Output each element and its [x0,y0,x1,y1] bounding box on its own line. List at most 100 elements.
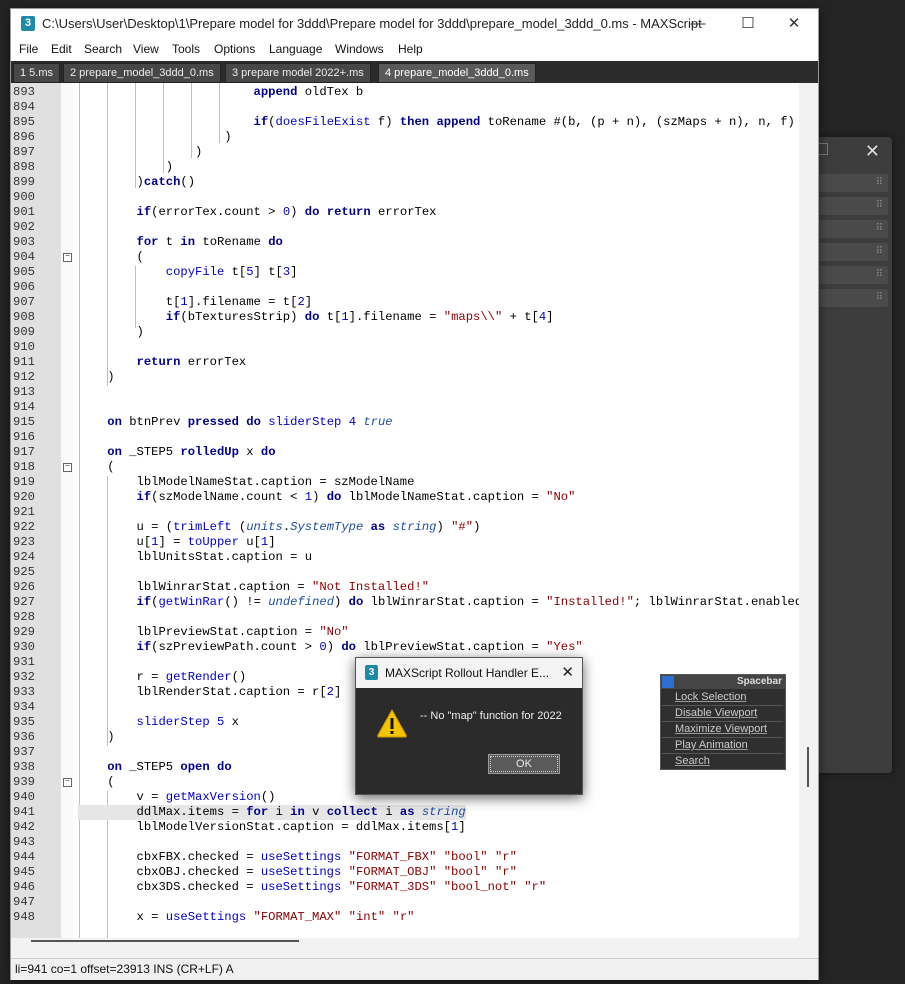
code-line[interactable]: 944 cbxFBX.checked = useSettings "FORMAT… [11,850,799,865]
line-number: 917 [13,445,35,459]
menu-item-search[interactable]: Search [662,754,783,769]
code-line[interactable]: 929 lblPreviewStat.caption = "No" [11,625,799,640]
code-line[interactable]: 894 [11,100,799,115]
code-line[interactable]: 927 if(getWinRar() != undefined) do lblW… [11,595,799,610]
code-line[interactable]: 897 ) [11,145,799,160]
tab-3[interactable]: 3 prepare model 2022+.ms [225,63,371,83]
panel-row[interactable]: ⠿ [818,174,888,192]
code-editor[interactable]: 893 append oldTex b 894 895 if(doesFileExi… [11,83,799,938]
dialog-title-bar[interactable]: 3 MAXScript Rollout Handler E... ✕ [356,658,582,688]
code-line[interactable]: 925 [11,565,799,580]
code-line[interactable]: 941 ddlMax.items = for i in v collect i … [11,805,799,820]
minimize-button[interactable]: — [678,13,718,35]
panel-row[interactable]: ⠿ [818,243,888,261]
line-number: 914 [13,400,35,414]
tab-4[interactable]: 4 prepare_model_3ddd_0.ms [378,63,536,83]
menu-help[interactable]: Help [398,42,423,56]
code-line[interactable]: 911 return errorTex [11,355,799,370]
code-line[interactable]: 909 ) [11,325,799,340]
code-line[interactable]: 924 lblUnitsStat.caption = u [11,550,799,565]
line-number: 943 [13,835,35,849]
menu-file[interactable]: File [19,42,38,56]
menu-item-play-animation[interactable]: Play Animation [662,738,783,754]
code-line[interactable]: 901 if(errorTex.count > 0) do return err… [11,205,799,220]
line-number: 920 [13,490,35,504]
maxscript-app-icon: 3 [21,16,35,31]
menu-language[interactable]: Language [269,42,322,56]
code-line[interactable]: 917 on _STEP5 rolledUp x do [11,445,799,460]
tab-2[interactable]: 2 prepare_model_3ddd_0.ms [63,63,221,83]
code-line[interactable]: 896 ) [11,130,799,145]
code-line[interactable]: 913 [11,385,799,400]
close-button[interactable]: ✕ [774,13,814,35]
code-line[interactable]: 920 if(szModelName.count < 1) do lblMode… [11,490,799,505]
menu-windows[interactable]: Windows [335,42,384,56]
code-text: if(bTexturesStrip) do t[1].filename = "m… [165,310,554,324]
code-line[interactable]: 928 [11,610,799,625]
code-line[interactable]: 895 if(doesFileExist f) then append toRe… [11,115,799,130]
panel-row[interactable]: ⠿ [818,289,888,307]
tab-1[interactable]: 1 5.ms [13,63,61,83]
line-number: 894 [13,100,35,114]
menu-view[interactable]: View [133,42,159,56]
code-line[interactable]: 942 lblModelVersionStat.caption = ddlMax… [11,820,799,835]
code-line[interactable]: 921 [11,505,799,520]
menu-tools[interactable]: Tools [172,42,200,56]
code-line[interactable]: 926 lblWinrarStat.caption = "Not Install… [11,580,799,595]
code-line[interactable]: 923 u[1] = toUpper u[1] [11,535,799,550]
code-line[interactable]: 914 [11,400,799,415]
code-line[interactable]: 912 ) [11,370,799,385]
title-bar[interactable]: 3 C:\Users\User\Desktop\1\Prepare model … [11,9,818,39]
fold-toggle-icon[interactable]: − [63,778,72,787]
menu-options[interactable]: Options [214,42,255,56]
code-line[interactable]: 918 − ( [11,460,799,475]
code-line[interactable]: 903 for t in toRename do [11,235,799,250]
fold-toggle-icon[interactable]: − [63,463,72,472]
code-line[interactable]: 893 append oldTex b [11,85,799,100]
code-line[interactable]: 902 [11,220,799,235]
code-line[interactable]: 948 x = useSettings "FORMAT_MAX" "int" "… [11,910,799,925]
code-line[interactable]: 922 u = (trimLeft (units.SystemType as s… [11,520,799,535]
code-line[interactable]: 916 [11,430,799,445]
code-line[interactable]: 945 cbxOBJ.checked = useSettings "FORMAT… [11,865,799,880]
maximize-button[interactable]: ☐ [728,13,768,35]
dialog-close-button[interactable]: ✕ [561,663,574,681]
code-line[interactable]: 930 if(szPreviewPath.count > 0) do lblPr… [11,640,799,655]
horizontal-scroll-thumb[interactable] [31,940,299,942]
line-number: 911 [13,355,35,369]
panel-row[interactable]: ⠿ [818,197,888,215]
background-panel-titlebar[interactable]: ✕ [808,137,892,167]
horizontal-scrollbar[interactable] [11,938,818,958]
line-number: 929 [13,625,35,639]
panel-row[interactable]: ⠿ [818,220,888,238]
line-number: 913 [13,385,35,399]
menu-search[interactable]: Search [84,42,122,56]
code-line[interactable]: 906 [11,280,799,295]
close-icon[interactable]: ✕ [865,141,880,162]
code-line[interactable]: 907 t[1].filename = t[2] [11,295,799,310]
ok-button[interactable]: OK [488,754,560,774]
code-line[interactable]: 899 )catch() [11,175,799,190]
vertical-scroll-thumb[interactable] [807,747,809,787]
code-line[interactable]: 905 copyFile t[5] t[3] [11,265,799,280]
menu-item-maximize-viewport[interactable]: Maximize Viewport [662,722,783,738]
code-text: t[1].filename = t[2] [78,295,313,309]
code-line[interactable]: 898 ) [11,160,799,175]
code-line[interactable]: 900 [11,190,799,205]
code-line[interactable]: 943 [11,835,799,850]
line-number: 923 [13,535,35,549]
code-line[interactable]: 910 [11,340,799,355]
code-line[interactable]: 946 cbx3DS.checked = useSettings "FORMAT… [11,880,799,895]
menu-item-lock-selection[interactable]: Lock Selection [662,690,783,706]
code-line[interactable]: 904 − ( [11,250,799,265]
menu-edit[interactable]: Edit [51,42,72,56]
menu-item-disable-viewport[interactable]: Disable Viewport [662,706,783,722]
code-line[interactable]: 915 on btnPrev pressed do sliderStep 4 t… [11,415,799,430]
panel-row[interactable]: ⠿ [818,266,888,284]
fold-toggle-icon[interactable]: − [63,253,72,262]
code-line[interactable]: 947 [11,895,799,910]
vertical-scrollbar[interactable] [799,83,818,938]
code-line[interactable]: 919 lblModelNameStat.caption = szModelNa… [11,475,799,490]
code-line[interactable]: 908 if(bTexturesStrip) do t[1].filename … [11,310,799,325]
code-text: copyFile t[5] t[3] [165,265,298,279]
